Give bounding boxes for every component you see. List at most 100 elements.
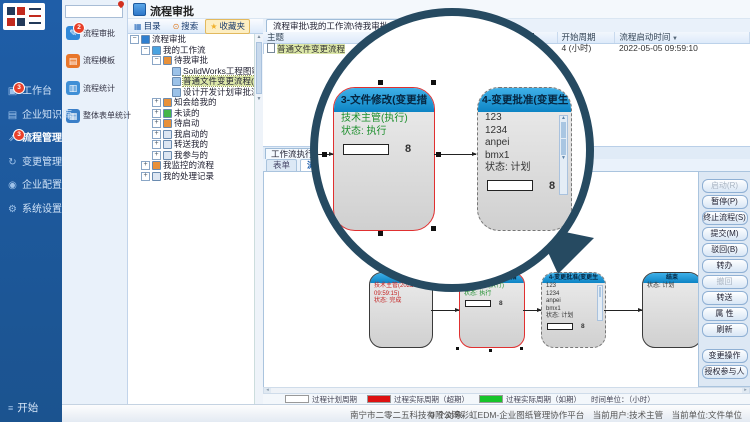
node-line: bmx1 [542, 306, 605, 314]
selection-handle [489, 349, 492, 352]
sidebar-item-3[interactable]: ↻变更管理 [0, 151, 62, 174]
status-info: 南宁市二零二五科技有限公司彩虹EDM-企业图纸管理协作平台 当前用户:技术主管 … [350, 409, 742, 421]
tool-item-1[interactable]: ▤流程模板 [66, 54, 126, 76]
expand-toggle-icon[interactable]: + [141, 172, 150, 181]
node-line: 状态: 计划 [478, 162, 571, 175]
expand-toggle-icon[interactable]: + [152, 119, 161, 128]
expand-toggle-icon[interactable]: − [141, 46, 150, 55]
flow-arrow [431, 310, 459, 311]
tool-item-2[interactable]: ▥流程统计 [66, 81, 126, 103]
action-button-4[interactable]: 驳回(B) [702, 243, 748, 257]
sidebar-item-0[interactable]: ▣工作台3 [0, 80, 62, 103]
app-icon [133, 3, 146, 16]
cycle-legend: 过程计划周期过程实际周期（超期）过程实际周期（如期）时间单位：（小时） [263, 394, 750, 404]
start-button[interactable]: ≡开始 [0, 398, 62, 418]
folder-icon [163, 109, 172, 118]
expand-toggle-icon[interactable]: + [152, 98, 161, 107]
tree-item[interactable]: +未读的 [127, 108, 255, 119]
explorer-toolbar: ▦目录⊙搜索★收藏夹 [127, 18, 263, 34]
tab-form[interactable]: 表单 [266, 159, 297, 171]
tree-item[interactable]: +我的处理记录 [127, 171, 255, 182]
expand-toggle-icon[interactable]: + [141, 161, 150, 170]
node-progress: 8 [547, 323, 605, 330]
expand-toggle-icon[interactable]: − [152, 56, 161, 65]
scroll-right-icon[interactable]: ▸ [742, 388, 749, 393]
action-button-1[interactable]: 暂停(P) [702, 195, 748, 209]
tree-item[interactable]: 普通文件变更流程(1) [127, 76, 255, 87]
page-title: 流程审批 [150, 3, 194, 19]
node-progress: 8 [465, 300, 524, 307]
flow-node-mag-1[interactable]: 3-文件修改(变更措技术主管(执行)状态: 执行8 [333, 87, 435, 231]
node-scrollbar-icon[interactable] [597, 285, 603, 321]
action-button-9[interactable]: 刷新 [702, 323, 748, 337]
legend-swatch [285, 395, 309, 403]
sidebar-item-1[interactable]: ▤企业知识库 [0, 104, 62, 127]
sidebar-item-2[interactable]: ⇗流程管理3 [0, 127, 62, 150]
expand-toggle-icon[interactable]: + [152, 140, 161, 149]
flow-node-mag-2[interactable]: 4-变更批准(变更生1231234anpeibmx1状态: 计划8▲▼ [477, 87, 572, 231]
expand-toggle-icon[interactable]: − [130, 35, 139, 44]
tree-item[interactable]: −流程审批 [127, 34, 255, 45]
magnifier-callout: 3-文件修改(变更措技术主管(执行)状态: 执行84-变更批准(变更生12312… [310, 8, 594, 292]
selection-handle [378, 231, 383, 236]
tree-item[interactable]: +转送我的 [127, 139, 255, 150]
tree-item[interactable]: +我启动的 [127, 129, 255, 140]
tree-item[interactable]: −待我审批 [127, 55, 255, 66]
action-button-8[interactable]: 属 性 [702, 307, 748, 321]
legend-item-1: 过程实际周期（超期） [367, 394, 469, 405]
flow-node-3[interactable]: 结束状态: 计划 [642, 272, 699, 348]
status-bar: 0 个对象 南宁市二零二五科技有限公司彩虹EDM-企业图纸管理协作平台 当前用户… [62, 404, 750, 422]
tree-item[interactable]: SolidWorks工程图审批流程(1) [127, 66, 255, 77]
tree-item[interactable]: −我的工作流 [127, 45, 255, 56]
action-button-11[interactable]: 授权参与人 [702, 365, 748, 379]
tree-item[interactable]: 设计开发计划审批流程(1) [127, 87, 255, 98]
action-button-5[interactable]: 转办 [702, 259, 748, 273]
action-button-2[interactable]: 终止流程(S) [702, 211, 748, 225]
action-button-10[interactable]: 变更操作 [702, 349, 748, 363]
selection-handle [378, 80, 383, 85]
app-window: ▣工作台3▤企业知识库⇗流程管理3↻变更管理◉企业配置⚙系统设置 ≡开始 ✎2流… [0, 0, 750, 422]
legend-swatch [367, 395, 391, 403]
tree-item[interactable]: +我监控的流程 [127, 160, 255, 171]
node-line: 123 [542, 283, 605, 291]
column-header-4[interactable]: 流程启动时间 ▼ [615, 32, 750, 43]
toolbar-favorites-button[interactable]: ★收藏夹 [205, 19, 250, 34]
tree-item[interactable]: +待启动 [127, 118, 255, 129]
progress-bar [465, 300, 491, 307]
search-input[interactable] [65, 5, 123, 18]
node-header: 3-文件修改(变更措 [334, 88, 434, 112]
explorer-panel: ▦目录⊙搜索★收藏夹 −流程审批−我的工作流−待我审批SolidWorks工程图… [127, 18, 264, 404]
table-cell-4: 2022-05-05 09:59:10 [615, 43, 750, 54]
tree-scrollbar[interactable]: ▲▼ [254, 34, 263, 404]
toolbar-search-button[interactable]: ⊙搜索 [168, 19, 204, 34]
node-line: 1234 [542, 291, 605, 299]
tree-item[interactable]: +知会给我的 [127, 97, 255, 108]
tree-item[interactable]: +我参与的 [127, 150, 255, 161]
progress-value: 8 [405, 143, 411, 155]
node-line: anpei [542, 298, 605, 306]
action-button-7[interactable]: 转送 [702, 291, 748, 305]
favorites-icon: ★ [210, 22, 217, 31]
toolbar-catalog-button[interactable]: ▦目录 [129, 19, 166, 34]
expand-toggle-icon[interactable]: + [152, 109, 161, 118]
expand-toggle-icon[interactable]: + [152, 130, 161, 139]
selection-handle [328, 226, 333, 231]
tool-item-3[interactable]: ▦整体表单统计 [66, 109, 126, 131]
node-scrollbar-icon[interactable]: ▲▼ [559, 115, 568, 195]
process-tree: −流程审批−我的工作流−待我审批SolidWorks工程图审批流程(1)普通文件… [127, 34, 255, 404]
sidebar-item-5[interactable]: ⚙系统设置 [0, 198, 62, 221]
progress-value: 8 [549, 180, 555, 192]
scroll-left-icon[interactable]: ◂ [264, 388, 271, 393]
selection-handle [431, 226, 436, 231]
catalog-icon: ▦ [134, 22, 142, 31]
tool-item-0[interactable]: ✎2流程审批 [66, 26, 126, 48]
process-approval-icon: ✎2 [66, 26, 80, 40]
main-sidebar: ▣工作台3▤企业知识库⇗流程管理3↻变更管理◉企业配置⚙系统设置 ≡开始 [0, 0, 62, 422]
action-button-3[interactable]: 提交(M) [702, 227, 748, 241]
magnifier-content: 3-文件修改(变更措技术主管(执行)状态: 执行84-变更批准(变更生12312… [318, 16, 586, 284]
progress-value: 8 [581, 323, 585, 330]
process-stats-icon: ▥ [66, 81, 80, 95]
expand-toggle-icon[interactable]: + [152, 151, 161, 160]
sidebar-item-4[interactable]: ◉企业配置 [0, 174, 62, 197]
node-line: anpei [478, 137, 571, 150]
